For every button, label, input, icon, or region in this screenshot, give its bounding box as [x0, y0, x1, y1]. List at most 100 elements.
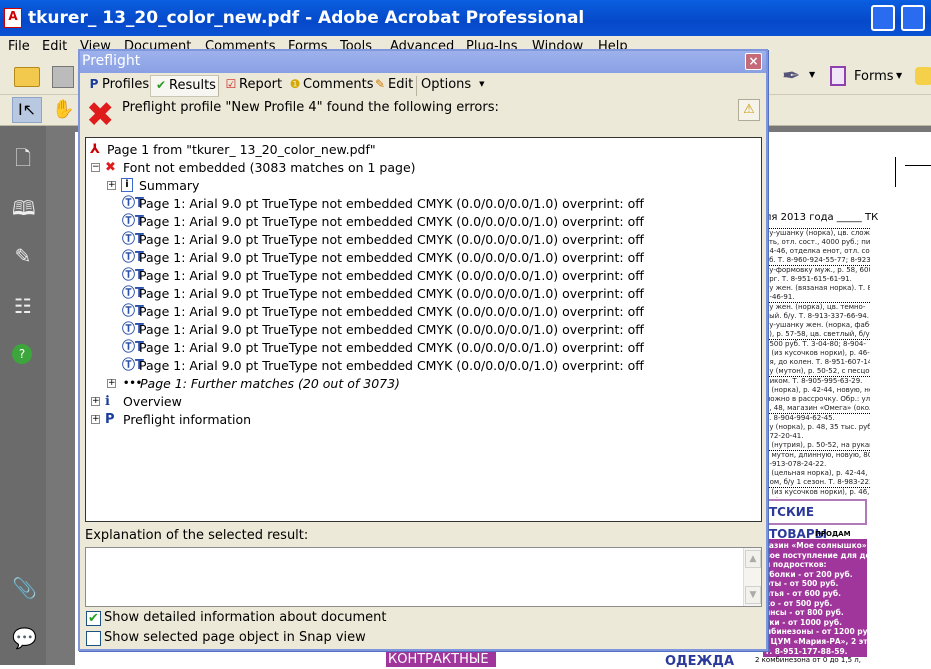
expand-icon[interactable]: +: [107, 379, 116, 388]
page-text-line: уб. Т. 8-960-924-55-77; 8-923-: [765, 256, 870, 264]
tab-results[interactable]: ✔ Results: [150, 75, 219, 97]
page-text-line: бу (норка), р. 48, 35 тыс. руб. Т.: [765, 423, 870, 431]
error-icon: ✖: [86, 95, 115, 135]
snap-view-checkbox[interactable]: [86, 631, 101, 646]
collapse-icon[interactable]: −: [91, 163, 100, 172]
tab-options[interactable]: Options ▼: [419, 75, 487, 97]
pencil-icon: ✎: [374, 77, 386, 91]
expand-icon[interactable]: +: [91, 397, 100, 406]
error-message: Preflight profile "New Profile 4" found …: [122, 100, 499, 115]
pen-icon[interactable]: ✒: [782, 64, 800, 89]
page-ad-line: атья - от 600 руб.: [765, 588, 842, 598]
info-icon: i: [121, 178, 133, 192]
help-icon[interactable]: ?: [12, 344, 32, 364]
tree-node-font-not-embedded[interactable]: − ✖ Font not embedded (3083 matches on 1…: [90, 159, 490, 177]
page-ad-line: тболки - от 200 руб.: [765, 569, 853, 579]
menu-file[interactable]: File: [8, 39, 30, 54]
page-text-line: 072-20-41.: [765, 432, 804, 440]
comments-panel-icon[interactable]: 💬: [12, 626, 37, 650]
comment-icon[interactable]: [915, 67, 931, 85]
maximize-button[interactable]: [901, 5, 925, 31]
page-text-line: 5-46-91.: [765, 293, 795, 301]
minimize-button[interactable]: [871, 5, 895, 31]
dialog-titlebar[interactable]: Preflight ×: [80, 51, 766, 73]
explanation-textbox[interactable]: ▲ ▼: [85, 547, 762, 607]
window-titlebar: A tkurer_ 13_20_color_new.pdf - Adobe Ac…: [0, 0, 931, 36]
page-text-line: ном, б/у 1 сезон. Т. 8-983-223-: [765, 478, 870, 486]
page-text-line: а, 48, магазин «Омега» (около: [765, 404, 870, 412]
page-ad-clothes: ОДЕЖДА: [665, 654, 735, 669]
print-icon[interactable]: [52, 66, 74, 88]
page-text-line: 44-46, отделка енот, отл. сост.,: [765, 247, 870, 255]
page-ad-line: тки - от 1000 руб.: [765, 617, 842, 627]
attachments-icon[interactable]: 📎: [12, 576, 37, 600]
page-ad-line: вое поступление для детей: [765, 550, 867, 560]
page-text-line: ку-формовку муж., р. 58, 600: [765, 265, 870, 274]
page-text-line: ия, до колен. Т. 8-951-607-14-07.: [765, 358, 870, 366]
comments-icon: ❶: [289, 77, 301, 91]
report-icon: ☑: [225, 77, 237, 91]
page-ad-line: ко - от 500 руб.: [765, 598, 833, 608]
page-ad-line: и подростков:: [765, 560, 827, 570]
overview-icon: ℹ: [105, 394, 110, 409]
page-header-text: ля 2013 года _____ ТК: [765, 212, 879, 223]
results-tree[interactable]: ⅄ Page 1 from "tkurer_ 13_20_color_new.p…: [85, 137, 762, 522]
page-text-line: у (норка), р. 42-44, новую, недо-: [765, 386, 870, 394]
page-text-line: ку жен. (норка), цв. темно-: [765, 302, 870, 312]
hand-tool-icon[interactable]: ✋: [52, 99, 74, 120]
tree-node-further-matches[interactable]: + ••• Page 1: Further matches (20 out of…: [106, 375, 426, 393]
tab-profiles[interactable]: P Profiles: [84, 75, 151, 97]
tree-node-summary[interactable]: + i Summary: [106, 177, 306, 195]
page-text-line: ником. Т. 8-905-995-63-29.: [765, 376, 870, 386]
page-text-line: сть, отл. сост., 4000 руб.; пихо-: [765, 238, 870, 246]
forms-dropdown-icon[interactable]: ▼: [896, 71, 902, 80]
open-folder-icon[interactable]: [14, 67, 40, 87]
dropdown-arrow-icon: ▼: [479, 80, 485, 88]
explanation-scrollbar[interactable]: ▲ ▼: [743, 548, 761, 606]
expand-icon[interactable]: +: [91, 415, 100, 424]
results-icon: ✔: [155, 78, 167, 92]
page-text-line: у (из кусочков норки), р. 46-48,: [765, 349, 870, 357]
close-button[interactable]: ×: [745, 53, 762, 70]
profiles-icon: P: [89, 77, 99, 91]
menu-edit[interactable]: Edit: [42, 39, 67, 54]
pdf-icon: A: [4, 8, 22, 28]
snap-view-label[interactable]: Show selected page object in Snap view: [104, 630, 366, 645]
bookmarks-icon[interactable]: 🕮: [12, 194, 36, 220]
select-tool-icon[interactable]: I↖: [12, 97, 42, 123]
page-text-line: я), р. 57-58, цв. светлый, б/у 1: [765, 330, 870, 338]
page-text-line: бу (мутон), р. 50-52, с песцовым: [765, 367, 870, 375]
page-text-line: можно в рассрочку. Обр.: ул.: [765, 395, 870, 403]
show-detailed-info-checkbox[interactable]: ✔: [86, 611, 101, 626]
tab-report[interactable]: ☑ Report: [221, 75, 284, 97]
page-bottom-text: 2 комбинезона от 0 до 1,5 л,: [755, 656, 861, 664]
scroll-down-button[interactable]: ▼: [745, 586, 761, 604]
dialog-title: Preflight: [82, 53, 141, 69]
page-ad-line: оты - от 500 руб.: [765, 579, 839, 589]
page-text-line: у (из кусочков норки), р. 46, цв.: [765, 487, 870, 497]
dropdown-arrow-icon[interactable]: ▼: [809, 70, 815, 79]
page-ad-line: : ЦУМ «Мария-РА», 2 эт.,: [765, 636, 867, 646]
page-text-line: у (цельная норка), р. 42-44, с: [765, 469, 870, 477]
forms-button[interactable]: Forms: [854, 69, 894, 84]
page-text-line: а мутон, длинную, новую, 8000: [765, 450, 870, 459]
layers-icon[interactable]: ☷: [12, 294, 34, 318]
tree-node-preflight-information[interactable]: + P Preflight information: [90, 411, 290, 429]
window-title: tkurer_ 13_20_color_new.pdf - Adobe Acro…: [28, 8, 585, 28]
explanation-label: Explanation of the selected result:: [85, 528, 309, 543]
expand-icon[interactable]: +: [107, 181, 116, 190]
warning-button[interactable]: ⚠: [738, 99, 760, 121]
signatures-icon[interactable]: ✎: [12, 244, 34, 268]
show-detailed-info-label[interactable]: Show detailed information about document: [104, 610, 387, 625]
page-text-line: ку-ушанку жен. (норка, фаб-: [765, 321, 870, 329]
tab-comments[interactable]: ❶ Comments: [285, 75, 375, 97]
tab-edit[interactable]: ✎ Edit: [370, 75, 415, 97]
scroll-up-button[interactable]: ▲: [745, 550, 761, 568]
page-text-line: 8-913-078-24-22.: [765, 460, 827, 468]
forms-icon[interactable]: [830, 66, 846, 86]
page-text-line: 3500 руб. Т. 3-04-80; 8-904-: [765, 339, 870, 349]
tree-node-overview[interactable]: + ℹ Overview: [90, 393, 290, 411]
profile-icon: P: [105, 412, 115, 427]
pages-icon[interactable]: 🗋: [12, 144, 34, 170]
page-ad-line: инсы - от 800 руб.: [765, 608, 844, 618]
